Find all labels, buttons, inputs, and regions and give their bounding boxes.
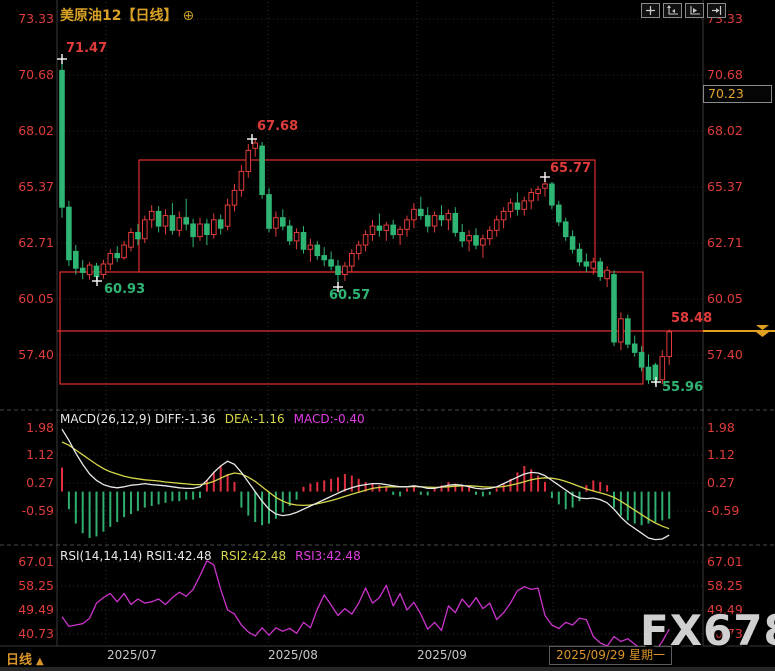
rsi1-value: RSI(14,14,14) RSI1:42.48 — [60, 549, 212, 563]
rsi-header: RSI(14,14,14) RSI1:42.48 RSI2:42.48 RSI3:4… — [60, 549, 361, 563]
pan-icon[interactable] — [641, 3, 660, 18]
rsi2-value: RSI2:42.48 — [220, 549, 287, 563]
symbol-title-text: 美原油12【日线】 — [60, 8, 178, 24]
price-alert-tag[interactable]: 70.23 — [703, 85, 772, 103]
goto-latest-icon[interactable] — [707, 3, 726, 18]
chart-canvas[interactable] — [0, 0, 775, 671]
symbol-title: 美原油12【日线】 ⊕ — [60, 5, 194, 25]
fx678-watermark: FX678 — [640, 606, 775, 655]
macd-values: MACD(26,12,9) DIFF:-1.36 — [60, 412, 216, 426]
scale-y-axis-icon[interactable] — [663, 3, 682, 18]
trading-chart-window: 73.33 73.33 70.68 70.68 68.02 68.02 65.37 65.37… — [0, 0, 775, 671]
circle-plus-icon[interactable]: ⊕ — [182, 8, 194, 24]
macd-hist-value: MACD:-0.40 — [293, 412, 365, 426]
dea-value: DEA:-1.16 — [224, 412, 285, 426]
chart-toolbar — [641, 3, 726, 18]
triangle-up-icon: ▲ — [36, 656, 44, 667]
rsi3-value: RSI3:42.48 — [295, 549, 361, 563]
scale-x-axis-icon[interactable] — [685, 3, 704, 18]
period-selector[interactable]: 日线 ▲ — [6, 649, 44, 668]
macd-header: MACD(26,12,9) DIFF:-1.36 DEA:-1.16 MACD:-0… — [60, 412, 365, 426]
